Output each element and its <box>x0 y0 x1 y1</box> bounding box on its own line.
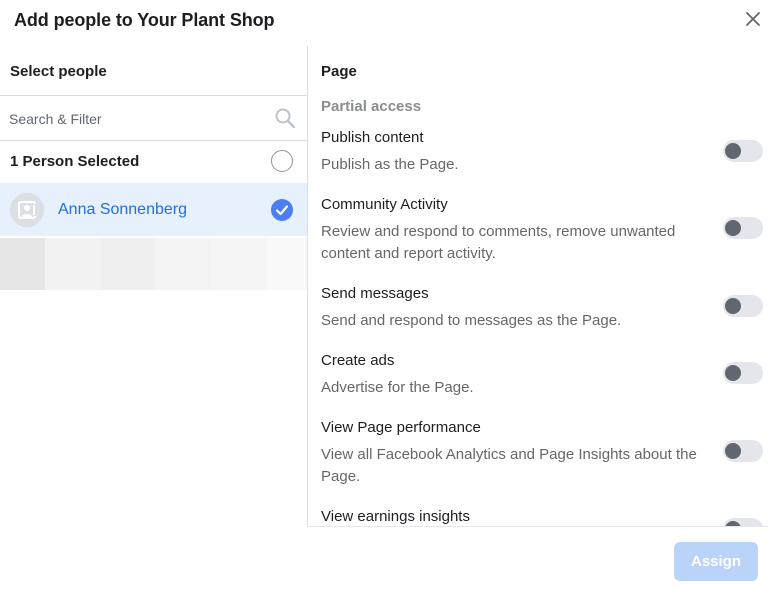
permission-description: Publish as the Page. <box>321 156 459 173</box>
loading-placeholder <box>0 238 307 290</box>
search-input[interactable] <box>9 108 259 130</box>
checkmark-icon[interactable] <box>271 199 293 221</box>
toggle-create-ads[interactable] <box>723 362 763 384</box>
assign-button[interactable]: Assign <box>674 542 758 581</box>
loading-placeholder-block <box>101 238 155 290</box>
toggle-view-earnings-insights[interactable] <box>723 518 763 526</box>
loading-placeholder-block <box>211 238 267 290</box>
loading-placeholder-block <box>0 238 45 290</box>
permission-create-ads: Create ads Advertise for the Page. <box>321 351 721 399</box>
select-all-radio[interactable] <box>271 150 293 172</box>
permission-community-activity: Community Activity Review and respond to… <box>321 195 721 265</box>
toggle-knob <box>725 298 741 314</box>
permission-title: View earnings insights <box>321 508 470 525</box>
toggle-knob <box>725 443 741 459</box>
permission-title: View Page performance <box>321 419 481 436</box>
permission-view-earnings-insights: View earnings insights <box>321 507 721 526</box>
selected-count-row: 1 Person Selected <box>0 141 307 182</box>
permission-send-messages: Send messages Send and respond to messag… <box>321 284 721 332</box>
partial-access-heading: Partial access <box>321 98 422 115</box>
toggle-knob <box>725 365 741 381</box>
loading-placeholder-block <box>45 238 101 290</box>
person-avatar-icon <box>10 193 44 227</box>
add-people-dialog: Add people to Your Plant Shop Select peo… <box>0 0 768 589</box>
permission-title: Community Activity <box>321 196 448 213</box>
toggle-community-activity[interactable] <box>723 217 763 239</box>
toggle-knob <box>725 220 741 236</box>
search-row <box>0 96 307 140</box>
permission-view-page-performance: View Page performance View all Facebook … <box>321 418 721 488</box>
people-selector-pane: Select people 1 Person Selected <box>0 46 307 290</box>
person-row-anna-sonnenberg[interactable]: Anna Sonnenberg <box>0 183 307 236</box>
selected-count-label: 1 Person Selected <box>10 153 140 170</box>
search-icon[interactable] <box>274 107 296 129</box>
toggle-publish-content[interactable] <box>723 140 763 162</box>
permissions-pane: Page Partial access Publish content Publ… <box>308 46 768 526</box>
toggle-view-page-performance[interactable] <box>723 440 763 462</box>
toggle-knob <box>725 143 741 159</box>
permission-title: Publish content <box>321 129 424 146</box>
select-people-heading: Select people <box>10 63 107 80</box>
permission-title: Send messages <box>321 285 429 302</box>
person-name: Anna Sonnenberg <box>58 201 187 218</box>
dialog-title: Add people to Your Plant Shop <box>14 10 275 30</box>
loading-placeholder-block <box>155 238 211 290</box>
permission-title: Create ads <box>321 352 395 369</box>
toggle-send-messages[interactable] <box>723 295 763 317</box>
page-heading: Page <box>321 63 357 80</box>
permission-description: Send and respond to messages as the Page… <box>321 312 622 329</box>
permission-description: View all Facebook Analytics and Page Ins… <box>321 446 697 485</box>
pane-bottom-border <box>308 526 768 527</box>
permission-description: Advertise for the Page. <box>321 379 474 396</box>
permission-description: Review and respond to comments, remove u… <box>321 223 676 262</box>
permission-publish-content: Publish content Publish as the Page. <box>321 128 721 176</box>
close-icon[interactable] <box>743 9 763 29</box>
loading-placeholder-block <box>267 238 307 290</box>
